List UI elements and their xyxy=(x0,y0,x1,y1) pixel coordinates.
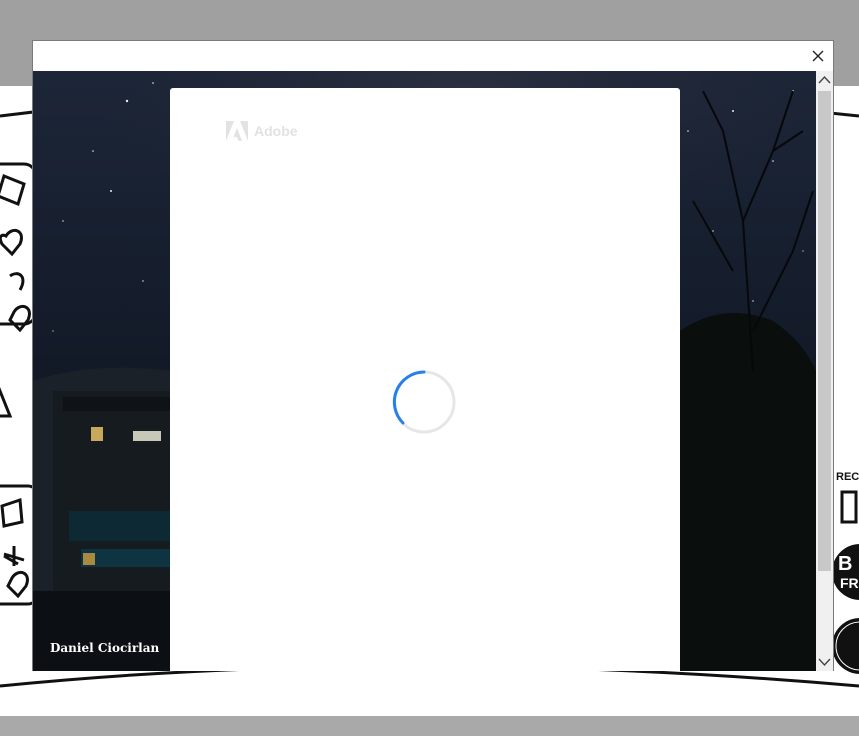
photo-credit: Daniel Ciocirlan xyxy=(50,641,160,655)
loading-spinner-icon xyxy=(392,370,456,434)
svg-text:FR: FR xyxy=(840,575,859,591)
scroll-thumb[interactable] xyxy=(818,91,831,571)
chevron-down-icon xyxy=(818,658,831,667)
modal-titlebar xyxy=(33,41,833,71)
modal-content: Daniel Ciocirlan Adobe xyxy=(33,71,816,671)
signin-modal: Daniel Ciocirlan Adobe xyxy=(32,40,834,671)
close-button[interactable] xyxy=(809,47,827,65)
svg-text:B: B xyxy=(838,553,852,575)
adobe-logo: Adobe xyxy=(226,121,298,141)
signin-card: Adobe xyxy=(170,88,680,671)
scroll-up-button[interactable] xyxy=(816,71,833,89)
vertical-scrollbar[interactable] xyxy=(816,71,833,671)
close-icon xyxy=(812,50,824,62)
svg-text:RECY: RECY xyxy=(836,471,859,483)
background-bottom xyxy=(0,716,859,736)
chevron-up-icon xyxy=(818,75,831,84)
adobe-logo-text: Adobe xyxy=(254,123,298,139)
scroll-down-button[interactable] xyxy=(816,653,833,671)
adobe-logo-icon xyxy=(226,121,248,141)
